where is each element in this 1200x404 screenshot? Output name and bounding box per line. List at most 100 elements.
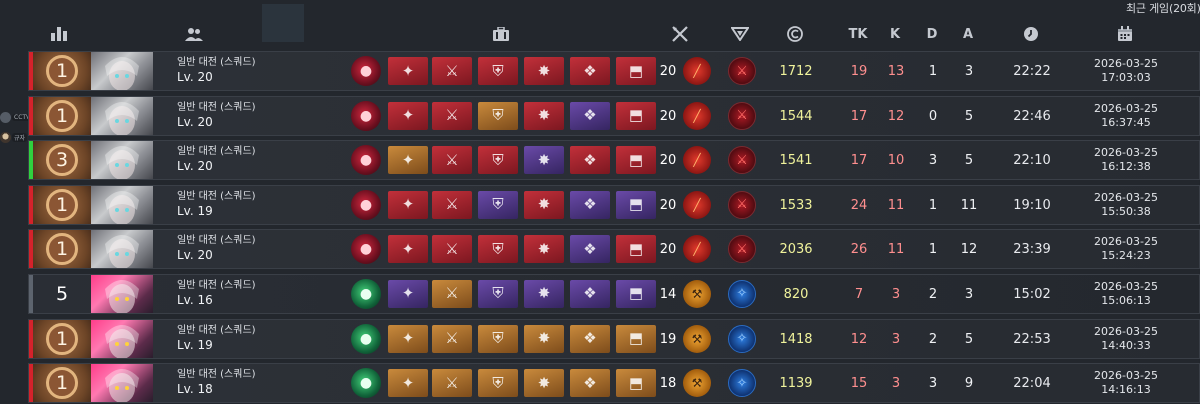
rank-box: 1 <box>33 52 91 90</box>
party-member-chip[interactable]: 규자 <box>0 130 28 144</box>
match-info: 일반 대전 (스쿼드) Lv. 20 <box>177 234 317 263</box>
match-row[interactable]: 1 일반 대전 (스쿼드) Lv. 20 ● ✦ ⚔ ⛨ ✸ ❖ ⬒ 20 ╱ ⚔ 1544 17 12… <box>28 95 1200 136</box>
equipment-item-icon[interactable]: ⬒ <box>616 190 656 219</box>
equipment-item-icon[interactable]: ✸ <box>524 235 564 264</box>
rank-medal: 1 <box>46 55 78 87</box>
trait-emblem-icon[interactable]: ⚔ <box>728 190 756 219</box>
party-member-avatar <box>0 111 11 123</box>
trait-emblem-icon[interactable]: ⚔ <box>728 146 756 175</box>
equipment-item-icon[interactable]: ⬒ <box>616 146 656 175</box>
weapon-skill-icon[interactable]: ╱ <box>683 190 711 219</box>
class-emblem-icon: ● <box>351 234 381 265</box>
equipment-item-icon[interactable]: ⛨ <box>478 101 518 130</box>
equipment-item-icon[interactable]: ❖ <box>570 369 610 398</box>
equipment-item-icon[interactable]: ❖ <box>570 324 610 353</box>
equipment-item-icon[interactable]: ✦ <box>388 279 428 308</box>
equipment-item-icon[interactable]: ⛨ <box>478 190 518 219</box>
equipment-item-icon[interactable]: ✦ <box>388 146 428 175</box>
equipment-item-icon[interactable]: ❖ <box>570 279 610 308</box>
equipment-item-icon[interactable]: ✸ <box>524 190 564 219</box>
trait-emblem-icon[interactable]: ✧ <box>728 324 756 353</box>
equipment-item-icon[interactable]: ❖ <box>570 57 610 85</box>
weapon-level: 20 <box>659 197 677 213</box>
trait-emblem-icon[interactable]: ✧ <box>728 369 756 398</box>
equipment-item-icon[interactable]: ⚔ <box>432 190 472 219</box>
trait-emblem-icon[interactable]: ⚔ <box>728 101 756 130</box>
side-party-panel: CCTV-NA 규자 <box>0 110 43 150</box>
equipment-item-icon[interactable]: ⛨ <box>478 57 518 85</box>
equipment-item-icon[interactable]: ✦ <box>388 235 428 264</box>
match-date: 2026-03-25 <box>1094 279 1158 293</box>
equipment-item-icon[interactable]: ⚔ <box>432 235 472 264</box>
equipment-item-icon[interactable]: ✦ <box>388 324 428 353</box>
assists-value: 3 <box>964 64 974 79</box>
equipment-item-icon[interactable]: ⬒ <box>616 369 656 398</box>
kills-value: 3 <box>891 331 901 347</box>
weapon-skill-icon[interactable]: ╱ <box>683 57 711 85</box>
equipment-item-icon[interactable]: ❖ <box>570 235 610 264</box>
character-portrait <box>91 364 153 403</box>
equipment-item-icon[interactable]: ⬒ <box>616 57 656 85</box>
equipment-item-icon[interactable]: ⚔ <box>432 101 472 130</box>
credits-value: 1712 <box>779 64 813 79</box>
equipment-item-icon[interactable]: ✸ <box>524 324 564 353</box>
match-row[interactable]: 5 일반 대전 (스쿼드) Lv. 16 ● ✦ ⚔ ⛨ ✸ ❖ ⬒ 14 ⚒ ✧ 820 7 3 2 3 1… <box>28 273 1200 314</box>
equipment-item-icon[interactable]: ✦ <box>388 369 428 398</box>
equipment-item-icon[interactable]: ❖ <box>570 146 610 175</box>
equipment-item-icon[interactable]: ⛨ <box>478 235 518 264</box>
trait-emblem-icon[interactable]: ⚔ <box>728 235 756 264</box>
equipment-item-icon[interactable]: ⛨ <box>478 146 518 175</box>
weapon-skill-icon[interactable]: ⚒ <box>683 324 711 353</box>
match-time: 16:37:45 <box>1101 115 1151 129</box>
trait-emblem-icon[interactable]: ⚔ <box>728 57 756 85</box>
equipment-item-icon[interactable]: ✦ <box>388 57 428 85</box>
weapon-skill-icon[interactable]: ╱ <box>683 101 711 130</box>
equipment-item-icon[interactable]: ✦ <box>388 101 428 130</box>
weapon-skill-icon[interactable]: ⚒ <box>683 279 711 308</box>
equipment-item-icon[interactable]: ⚔ <box>432 369 472 398</box>
equipment-item-icon[interactable]: ✸ <box>524 369 564 398</box>
assists-value: 3 <box>964 286 974 302</box>
party-member-label: 규자 <box>12 132 28 142</box>
equipment-item-icon[interactable]: ⚔ <box>432 324 472 353</box>
weapon-skill-icon[interactable]: ╱ <box>683 235 711 264</box>
equipment-item-icon[interactable]: ✸ <box>524 101 564 130</box>
equipment-item-icon[interactable]: ✸ <box>524 279 564 308</box>
equipment-item-icon[interactable]: ⛨ <box>478 324 518 353</box>
class-emblem-icon: ● <box>351 100 381 131</box>
weapon-skill-icon[interactable]: ╱ <box>683 146 711 175</box>
character-portrait <box>91 319 153 358</box>
equipment-item-icon[interactable]: ⬒ <box>616 235 656 264</box>
party-member-chip[interactable]: CCTV-NA <box>0 110 43 124</box>
trait-emblem-icon[interactable]: ✧ <box>728 279 756 308</box>
equipment-item-icon[interactable]: ⛨ <box>478 369 518 398</box>
equipment-item-icon[interactable]: ❖ <box>570 190 610 219</box>
kills-value: 11 <box>887 242 905 258</box>
equipment-item-icon[interactable]: ⚔ <box>432 146 472 175</box>
equipment-item-icon[interactable]: ⚔ <box>432 279 472 308</box>
class-emblem-icon: ● <box>351 278 381 309</box>
equipment-item-icon[interactable]: ⬒ <box>616 101 656 130</box>
party-member-avatar <box>0 131 11 143</box>
match-info: 일반 대전 (스쿼드) Lv. 16 <box>177 279 317 308</box>
match-time: 16:12:38 <box>1101 160 1151 174</box>
match-datetime: 2026-03-25 15:50:38 <box>1071 191 1181 219</box>
equipment-item-icon[interactable]: ✦ <box>388 190 428 219</box>
equipment-item-icon[interactable]: ❖ <box>570 101 610 130</box>
equipment-item-icon[interactable]: ✸ <box>524 57 564 85</box>
equipment-item-icon[interactable]: ⛨ <box>478 279 518 308</box>
weapon-skill-icon[interactable]: ⚒ <box>683 369 711 398</box>
match-row[interactable]: 1 일반 대전 (스쿼드) Lv. 20 ● ✦ ⚔ ⛨ ✸ ❖ ⬒ 20 ╱ ⚔ 2036 26 11… <box>28 229 1200 270</box>
match-row[interactable]: 1 일반 대전 (스쿼드) Lv. 18 ● ✦ ⚔ ⛨ ✸ ❖ ⬒ 18 ⚒ ✧ 1139 15 3 3… <box>28 363 1200 404</box>
match-row[interactable]: 1 일반 대전 (스쿼드) Lv. 19 ● ✦ ⚔ ⛨ ✸ ❖ ⬒ 20 ╱ ⚔ 1533 24 11… <box>28 184 1200 225</box>
match-row[interactable]: 1 일반 대전 (스쿼드) Lv. 19 ● ✦ ⚔ ⛨ ✸ ❖ ⬒ 19 ⚒ ✧ 1418 12 3 2… <box>28 318 1200 359</box>
equipment-item-icon[interactable]: ✸ <box>524 146 564 175</box>
credits-value: 1541 <box>779 153 813 169</box>
equipment-item-icon[interactable]: ⬒ <box>616 324 656 353</box>
match-row[interactable]: 3 일반 대전 (스쿼드) Lv. 20 ● ✦ ⚔ ⛨ ✸ ❖ ⬒ 20 ╱ ⚔ 1541 17 10… <box>28 140 1200 181</box>
equipment-item-icon[interactable]: ⬒ <box>616 279 656 308</box>
table-header: TK K D A <box>0 20 1200 48</box>
player-level: Lv. 20 <box>177 70 213 84</box>
match-row[interactable]: 1 일반 대전 (스쿼드) Lv. 20 ● ✦ ⚔ ⛨ ✸ ❖ ⬒ 20 ╱ ⚔ 1712 19 13… <box>28 51 1200 91</box>
equipment-item-icon[interactable]: ⚔ <box>432 57 472 85</box>
